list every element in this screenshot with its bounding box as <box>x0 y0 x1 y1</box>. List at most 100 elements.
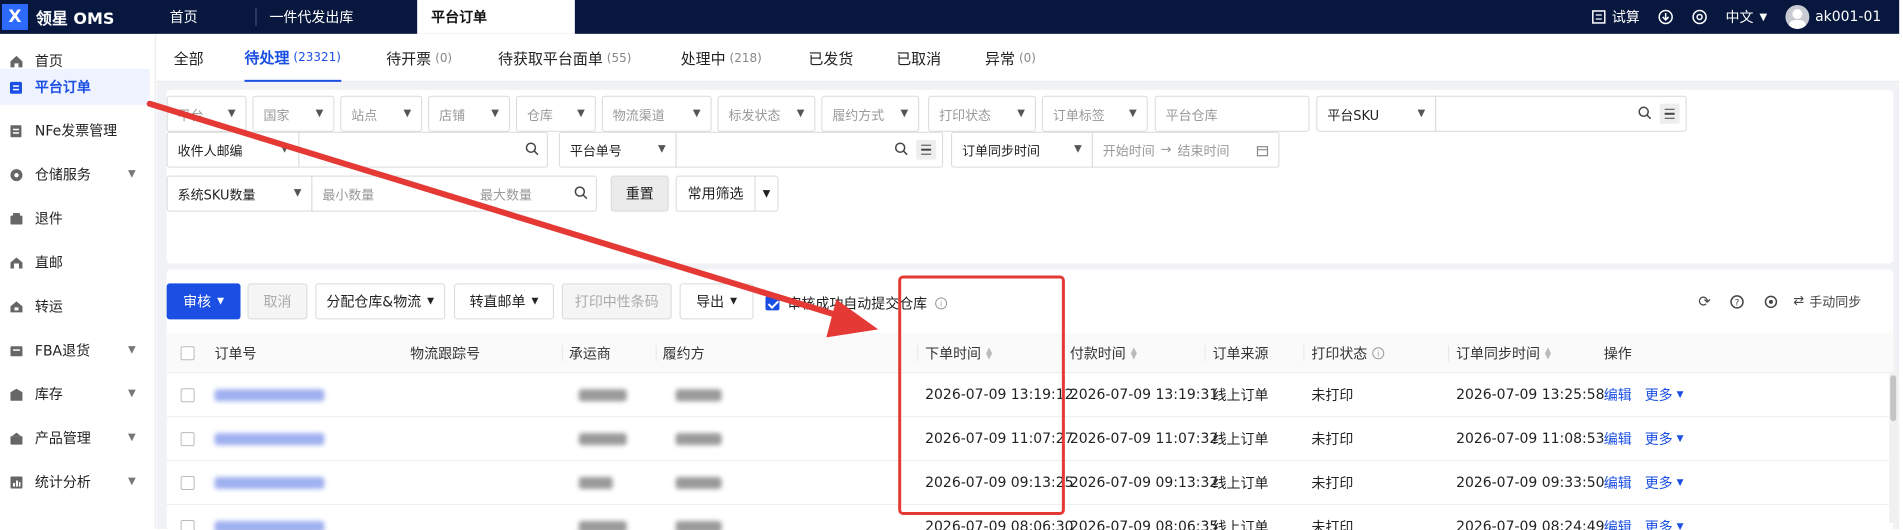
col-sync-time[interactable]: 订单同步时间 ▲ ▼ <box>1456 333 1551 373</box>
store-select[interactable]: 店铺 ▼ <box>428 95 510 132</box>
warehouse-select[interactable]: 仓库 ▼ <box>515 95 596 132</box>
to-direct-mail-button[interactable]: 转直邮单 ▼ <box>454 283 554 320</box>
col-pay-time[interactable]: 付款时间 ▲ ▼ <box>1070 333 1137 373</box>
print-status-select[interactable]: 打印状态 ▼ <box>928 95 1036 132</box>
platform-select[interactable]: 平台 ▼ <box>166 95 247 132</box>
logo-icon: X <box>1 3 28 30</box>
order-no-cell[interactable] <box>214 505 325 530</box>
select-all-checkbox[interactable] <box>180 346 195 361</box>
recipient-zip-input[interactable] <box>298 131 548 168</box>
order-tag-select[interactable]: 订单标签 ▼ <box>1041 95 1148 132</box>
sku-qty-range[interactable]: 最小数量 最大数量 <box>311 175 597 212</box>
edit-link[interactable]: 编辑 <box>1604 505 1632 530</box>
row-checkbox-cell[interactable] <box>180 417 195 461</box>
tab-processing[interactable]: 处理中 (218) <box>681 34 762 82</box>
select-all-cell[interactable] <box>180 333 195 373</box>
app-logo[interactable]: X 领星 OMS <box>0 0 114 34</box>
tab-pending-invoice[interactable]: 待开票 (0) <box>386 34 452 82</box>
edit-link[interactable]: 编辑 <box>1604 461 1632 505</box>
more-link[interactable]: 更多 ▼ <box>1645 461 1684 505</box>
batch-input-icon[interactable] <box>1659 103 1680 124</box>
site-select[interactable]: 站点 ▼ <box>340 95 423 132</box>
sidebar-item-direct-mail[interactable]: 直邮 <box>0 245 150 281</box>
tab-pending-label[interactable]: 待获取平台面单 (55) <box>498 34 631 82</box>
settings-icon <box>1692 9 1707 25</box>
top-tab-platform-orders[interactable]: 平台订单 <box>417 0 575 34</box>
label-status-select[interactable]: 标发状态 ▼ <box>717 95 816 132</box>
auto-submit-checkbox[interactable] <box>765 296 780 311</box>
review-button[interactable]: 审核 ▼ <box>166 283 241 320</box>
help-icon[interactable]: ? <box>1727 291 1747 311</box>
row-checkbox-cell[interactable] <box>180 373 195 417</box>
order-no-cell[interactable] <box>214 417 325 461</box>
sidebar-item-products[interactable]: 产品管理 ▼ <box>0 420 150 456</box>
tab-pending[interactable]: 待处理 (23321) <box>244 34 341 82</box>
tab-all[interactable]: 全部 <box>174 34 204 82</box>
user-menu[interactable]: ak001-01 <box>1785 4 1881 29</box>
row-checkbox[interactable] <box>180 432 195 447</box>
order-no-cell[interactable] <box>214 461 325 505</box>
top-tab-home[interactable]: 首页 <box>156 0 212 34</box>
cancel-button[interactable]: 取消 <box>247 283 308 320</box>
source-cell: 线上订单 <box>1212 476 1269 493</box>
order-no-cell[interactable] <box>214 373 325 417</box>
sku-qty-select[interactable]: 系统SKU数量 ▼ <box>166 175 313 212</box>
sidebar-item-returns[interactable]: 退件 <box>0 201 150 237</box>
sidebar-item-nfe[interactable]: NFe发票管理 <box>0 113 150 149</box>
more-link[interactable]: 更多 ▼ <box>1645 373 1684 417</box>
row-checkbox-cell[interactable] <box>180 461 195 505</box>
print-neutral-barcode-button[interactable]: 打印中性条码 <box>561 283 672 320</box>
tab-exception[interactable]: 异常 (0) <box>985 34 1036 82</box>
assign-warehouse-logistics-button[interactable]: 分配仓库&物流 ▼ <box>315 283 446 320</box>
scrollbar-thumb[interactable] <box>1890 375 1897 422</box>
tab-cancelled[interactable]: 已取消 <box>896 34 941 82</box>
language-select[interactable]: 中文 ▼ <box>1726 7 1768 27</box>
more-link[interactable]: 更多 ▼ <box>1645 505 1684 530</box>
sidebar-item-platform-orders[interactable]: 平台订单 <box>0 68 150 105</box>
max-qty-input[interactable]: 最大数量 <box>480 184 532 203</box>
refresh-icon[interactable]: ⟳ <box>1695 291 1715 311</box>
date-range-picker[interactable]: 开始时间 → 结束时间 <box>1091 131 1280 168</box>
export-button[interactable]: 导出 ▼ <box>679 283 754 320</box>
recipient-zip-select[interactable]: 收件人邮编 ▼ <box>166 131 300 168</box>
download-button[interactable] <box>1658 9 1674 25</box>
common-filter-button[interactable]: 常用筛选 <box>675 175 756 212</box>
country-select[interactable]: 国家 ▼ <box>252 95 335 132</box>
top-tab-dropship[interactable]: 一件代发出库 <box>255 0 367 34</box>
sidebar-item-analytics[interactable]: 统计分析 ▼ <box>0 464 150 500</box>
sidebar-item-warehouse-service[interactable]: 仓储服务 ▼ <box>0 157 150 193</box>
batch-input-icon[interactable] <box>916 139 937 160</box>
chevron-down-icon: ▼ <box>796 107 805 119</box>
common-filter-dropdown[interactable]: ▼ <box>754 175 779 212</box>
sidebar-item-fba-returns[interactable]: FBA退货 ▼ <box>0 332 150 368</box>
sync-time-select[interactable]: 订单同步时间 ▼ <box>951 131 1093 168</box>
logistics-channel-select[interactable]: 物流渠道 ▼ <box>601 95 712 132</box>
platform-warehouse-input[interactable]: 平台仓库 <box>1154 95 1310 132</box>
button-label: 转直邮单 <box>469 294 526 311</box>
row-checkbox[interactable] <box>180 388 195 403</box>
row-checkbox[interactable] <box>180 519 195 530</box>
platform-order-no-select[interactable]: 平台单号 ▼ <box>558 131 677 168</box>
table-scrollbar[interactable] <box>1889 373 1898 523</box>
column-settings-icon[interactable] <box>1760 291 1780 311</box>
reset-button[interactable]: 重置 <box>610 175 669 212</box>
more-link[interactable]: 更多 ▼ <box>1645 417 1684 461</box>
col-carrier: 承运商 <box>568 346 611 363</box>
sidebar-item-inventory[interactable]: 库存 ▼ <box>0 376 150 412</box>
tab-label: 已发货 <box>808 49 854 68</box>
select-label: 系统SKU数量 <box>177 188 256 204</box>
settings-button[interactable] <box>1692 9 1708 25</box>
row-checkbox-cell[interactable] <box>180 505 195 530</box>
tab-shipped[interactable]: 已发货 <box>808 34 853 82</box>
sidebar-item-transfer[interactable]: 转运 <box>0 288 150 324</box>
manual-sync-button[interactable]: ⇄ 手动同步 <box>1793 291 1861 310</box>
platform-sku-select[interactable]: 平台SKU ▼ <box>1316 95 1437 132</box>
edit-link[interactable]: 编辑 <box>1604 373 1632 417</box>
edit-link[interactable]: 编辑 <box>1604 417 1632 461</box>
fulfillment-select[interactable]: 履约方式 ▼ <box>821 95 920 132</box>
trial-button[interactable]: 试算 <box>1592 7 1640 27</box>
platform-order-no-input[interactable] <box>675 131 944 168</box>
platform-sku-input[interactable] <box>1435 95 1687 132</box>
row-checkbox[interactable] <box>180 476 195 491</box>
min-qty-input[interactable]: 最小数量 <box>322 184 480 203</box>
